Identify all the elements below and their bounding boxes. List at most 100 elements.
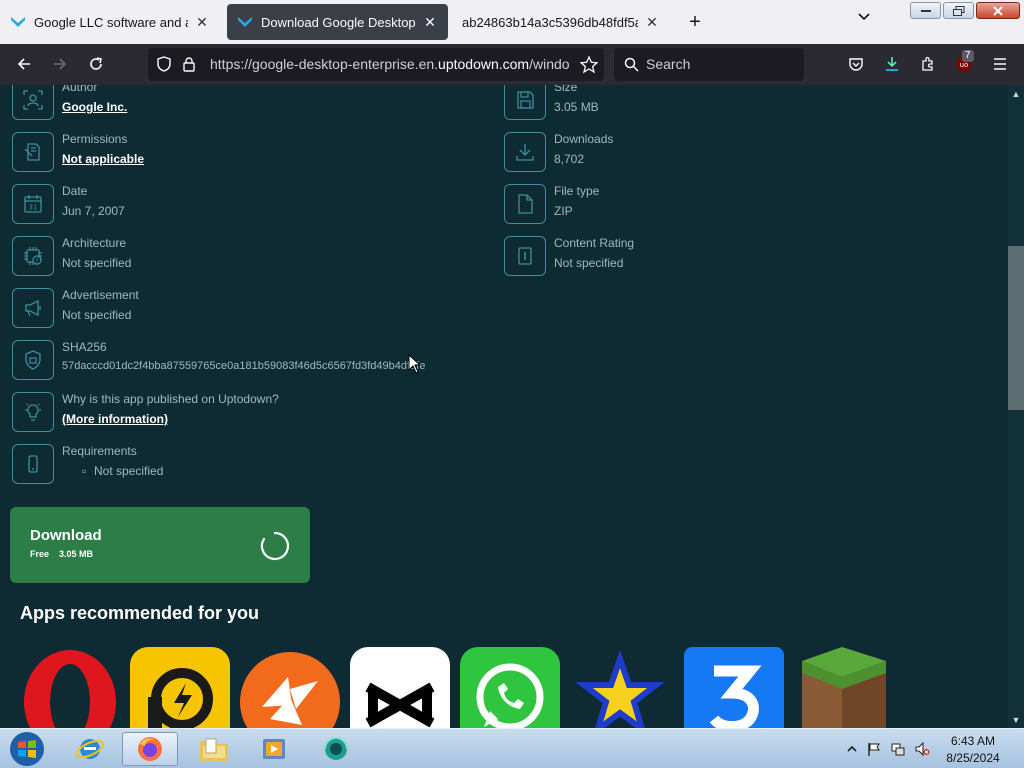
new-tab-button[interactable]: + — [683, 10, 707, 34]
detail-value: Not specified — [62, 256, 132, 270]
detail-label: Author — [62, 85, 98, 94]
clock-time[interactable]: 6:43 AM — [940, 734, 1006, 748]
uptodown-favicon-icon — [238, 17, 252, 27]
reload-button[interactable] — [84, 52, 108, 76]
detail-value: ZIP — [554, 204, 573, 218]
minecraft-icon[interactable] — [794, 647, 894, 728]
recommended-section-title: Apps recommended for you — [20, 603, 260, 623]
tracking-shield-icon[interactable] — [156, 56, 172, 72]
tab-close-icon[interactable]: ✕ — [194, 14, 210, 30]
detail-label: Advertisement — [62, 288, 139, 302]
detail-value: 8,702 — [554, 152, 585, 166]
detail-label: SHA256 — [62, 340, 107, 354]
volume-muted-icon[interactable] — [914, 741, 930, 757]
url-text: https://google-desktop-enterprise.en.upt… — [210, 56, 570, 72]
lock-icon[interactable] — [182, 56, 196, 72]
rating-icon — [504, 236, 546, 276]
whatsapp-icon[interactable] — [460, 647, 560, 728]
close-icon — [993, 5, 1003, 16]
media-player-icon — [263, 739, 285, 759]
avast-icon[interactable] — [240, 647, 340, 728]
tab-title: Download Google Desktop Ente — [261, 14, 416, 30]
opera-icon[interactable] — [20, 647, 120, 728]
back-button[interactable] — [12, 52, 36, 76]
capcut-icon[interactable] — [350, 647, 450, 728]
internet-explorer-icon — [76, 739, 104, 759]
show-hidden-icons-arrow-icon[interactable] — [844, 741, 860, 757]
download-icon — [886, 57, 898, 71]
scroll-down-arrow-icon[interactable]: ▼ — [1008, 714, 1024, 726]
detail-permissions: Permissions Not applicable — [12, 132, 462, 176]
address-bar[interactable]: https://google-desktop-enterprise.en.upt… — [148, 48, 604, 81]
clock-date[interactable]: 8/25/2024 — [940, 751, 1006, 765]
url-prefix: https://google-desktop-enterprise.en. — [210, 56, 439, 72]
extension-badge-count: 7 — [962, 50, 974, 62]
url-suffix: /windo — [529, 56, 570, 72]
search-placeholder: Search — [646, 56, 691, 72]
file-explorer-taskbar-button[interactable] — [186, 732, 242, 766]
floppy-icon — [504, 85, 546, 120]
author-link[interactable]: Google Inc. — [62, 100, 127, 114]
tab-close-icon[interactable]: ✕ — [644, 14, 660, 30]
app-taskbar-button[interactable] — [308, 732, 364, 766]
download-free-label: Free — [30, 549, 50, 559]
download-size-label: 3.05 MB — [59, 549, 94, 559]
tab-strip: Google LLC software and apps ✕ Download … — [0, 0, 1024, 44]
file-icon — [504, 184, 546, 224]
chip-icon: ? — [12, 236, 54, 276]
uptodown-favicon-icon — [11, 17, 25, 27]
hamburger-menu-icon — [994, 58, 1006, 70]
more-information-link[interactable]: (More information) — [62, 412, 168, 426]
detail-value: Not specified — [554, 256, 624, 270]
reload-icon — [90, 57, 102, 70]
lightbulb-icon — [12, 392, 54, 432]
minimize-button[interactable] — [910, 2, 941, 19]
search-icon — [624, 57, 639, 72]
restore-button[interactable] — [943, 2, 974, 19]
detail-content-rating: Content Rating Not specified — [504, 236, 904, 280]
tab-google-llc[interactable]: Google LLC software and apps ✕ — [0, 4, 220, 40]
internet-explorer-taskbar-button[interactable] — [62, 732, 118, 766]
network-icon[interactable] — [890, 741, 906, 757]
ldplayer-icon[interactable] — [130, 647, 230, 728]
phone-icon — [12, 444, 54, 484]
downloads-button[interactable] — [880, 52, 904, 76]
globe-app-icon — [324, 737, 348, 760]
app-menu-button[interactable] — [988, 52, 1012, 76]
detail-label: Downloads — [554, 132, 614, 146]
mouse-cursor-icon — [408, 354, 422, 374]
detail-date: 31 Date Jun 7, 2007 — [12, 184, 462, 228]
permissions-link[interactable]: Not applicable — [62, 152, 144, 166]
detail-author: Author Google Inc. — [12, 85, 462, 124]
star-icon[interactable] — [570, 647, 670, 728]
window-controls — [910, 2, 1020, 19]
tab-download-google-desktop[interactable]: Download Google Desktop Ente ✕ — [227, 4, 448, 40]
download-arrow-icon — [504, 132, 546, 172]
forward-button[interactable] — [48, 52, 72, 76]
app-3-icon[interactable] — [684, 647, 784, 728]
bookmark-star-icon[interactable] — [580, 56, 598, 74]
close-window-button[interactable] — [976, 2, 1020, 19]
chevron-down-icon — [858, 13, 870, 21]
download-button[interactable]: Download Free 3.05 MB — [10, 507, 310, 583]
list-all-tabs-button[interactable] — [852, 10, 876, 34]
search-input[interactable]: Search — [614, 48, 804, 81]
detail-value: 3.05 MB — [554, 100, 599, 114]
firefox-taskbar-button[interactable] — [122, 732, 178, 766]
detail-label: Size — [554, 85, 578, 94]
scrollbar-thumb[interactable] — [1008, 246, 1024, 410]
detail-label: Date — [62, 184, 88, 198]
media-player-taskbar-button[interactable] — [246, 732, 302, 766]
tab-title: ab24863b14a3c5396db48fdf5a2eac5 — [462, 14, 638, 30]
windows-logo-icon — [10, 732, 44, 766]
start-button[interactable] — [2, 732, 52, 766]
tab-close-icon[interactable]: ✕ — [422, 14, 438, 30]
back-arrow-icon — [17, 58, 30, 70]
detail-file-type: File type ZIP — [504, 184, 904, 228]
action-center-flag-icon[interactable] — [866, 741, 882, 757]
detail-advertisement: Advertisement Not specified — [12, 288, 462, 332]
extensions-button[interactable] — [916, 52, 940, 76]
scroll-up-arrow-icon[interactable]: ▲ — [1008, 88, 1024, 100]
tab-hash-file[interactable]: ab24863b14a3c5396db48fdf5a2eac5 ✕ — [452, 4, 670, 40]
pocket-button[interactable] — [844, 52, 868, 76]
